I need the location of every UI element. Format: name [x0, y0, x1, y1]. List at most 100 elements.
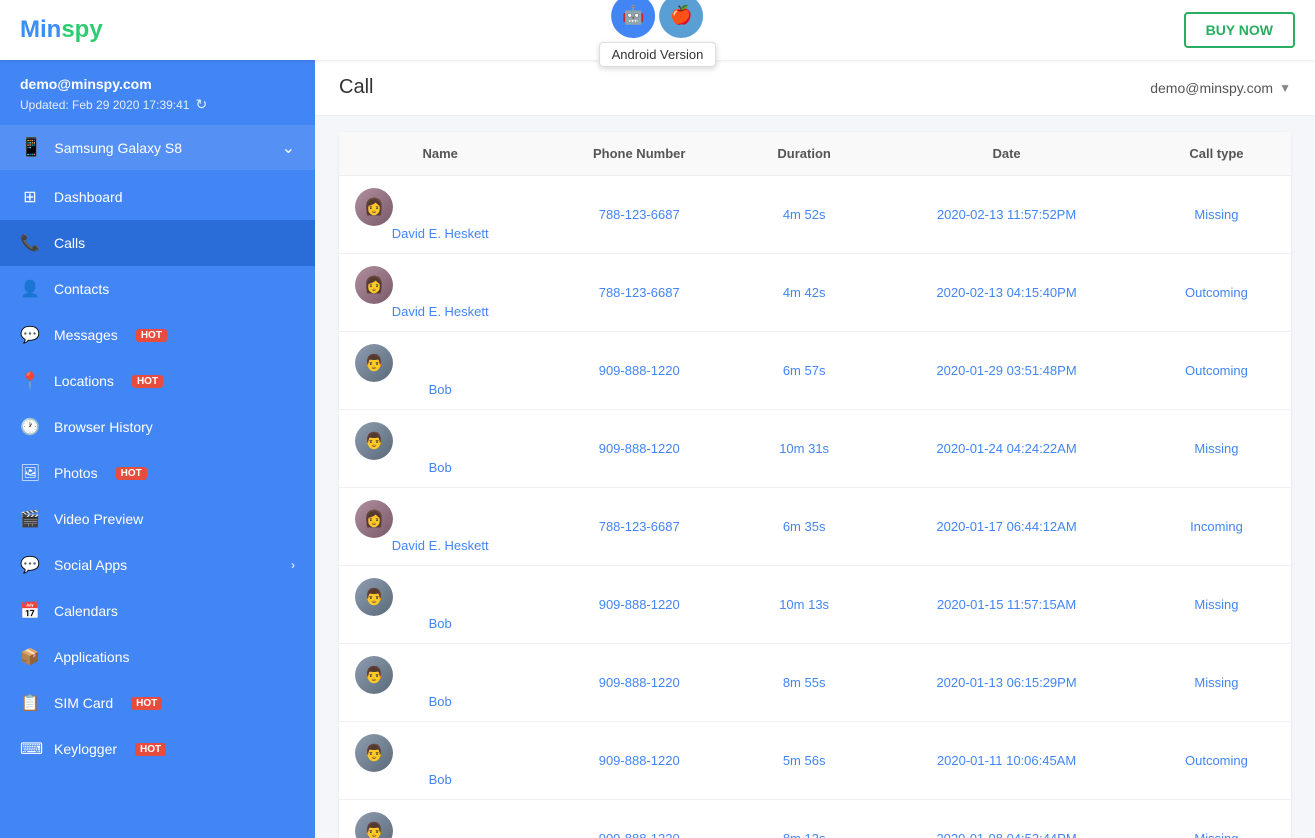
name-cell: 👨 Bob [339, 410, 541, 488]
sidebar-item-label: Keylogger [54, 741, 117, 757]
name-cell: 👩David E. Heskett [339, 176, 541, 254]
sidebar-item-keylogger[interactable]: ⌨KeyloggerHOT [0, 726, 315, 772]
duration-cell: 5m 56s [737, 722, 871, 800]
sidebar-item-dashboard[interactable]: ⊞ Dashboard [0, 174, 315, 220]
table-row: 👨Bob909-888-12206m 57s2020-01-29 03:51:4… [339, 332, 1291, 410]
sidebar-item-label: Calls [54, 235, 85, 251]
nav-items: ⊞Dashboard📞Calls👤Contacts💬MessagesHOT📍Lo… [0, 174, 315, 772]
call-type-cell: Outcoming [1142, 332, 1291, 410]
ios-button[interactable]: 🍎 [660, 0, 704, 38]
duration-cell: 10m 31s [737, 410, 871, 488]
platform-buttons: 🤖 🍎 [612, 0, 704, 38]
phone-cell: 909-888-1220 [541, 566, 737, 644]
call-type-cell: Missing [1142, 410, 1291, 488]
sidebar-item-messages[interactable]: 💬MessagesHOT [0, 312, 315, 358]
dashboard-icon: ⊞ [20, 187, 40, 207]
name-cell: 👨Bob [339, 800, 541, 838]
col-header-phone-number: Phone Number [541, 132, 737, 176]
logo: Minspy [20, 16, 103, 44]
sidebar-item-calendars[interactable]: 📅 Calendars [0, 588, 315, 634]
hot-badge: HOT [132, 375, 163, 388]
sidebar-user: demo@minspy.com Updated: Feb 29 2020 17:… [0, 60, 315, 125]
contact-name: Bob [429, 382, 452, 397]
hot-badge: HOT [116, 467, 147, 480]
col-header-call-type: Call type [1142, 132, 1291, 176]
contacts-icon: 👤 [20, 279, 40, 299]
applications-icon: 📦 [20, 647, 40, 667]
table-container: NamePhone NumberDurationDateCall type 👩D… [315, 116, 1315, 838]
avatar: 👨 [355, 422, 393, 460]
date-cell: 2020-02-13 11:57:52PM [871, 176, 1142, 254]
keylogger-icon: ⌨ [20, 739, 40, 759]
duration-cell: 10m 13s [737, 566, 871, 644]
sidebar-item-social-apps[interactable]: 💬Social Apps› [0, 542, 315, 588]
sidebar-item-locations[interactable]: 📍LocationsHOT [0, 358, 315, 404]
phone-cell: 788-123-6687 [541, 488, 737, 566]
header: Minspy 🤖 🍎 Android Version BUY NOW [0, 0, 1315, 60]
table-row: 👨Bob909-888-122010m 13s2020-01-15 11:57:… [339, 566, 1291, 644]
calls-icon: 📞 [20, 233, 40, 253]
locations-icon: 📍 [20, 371, 40, 391]
content-header: Call demo@minspy.com ▼ [315, 60, 1315, 116]
buy-now-button[interactable]: BUY NOW [1184, 12, 1295, 48]
contact-name: Bob [429, 460, 452, 475]
avatar: 👩 [355, 266, 393, 304]
sidebar-item-calls[interactable]: 📞 Calls [0, 220, 315, 266]
expand-arrow-icon: › [291, 558, 295, 572]
call-type-cell: Outcoming [1142, 254, 1291, 332]
logo-part2: spy [61, 16, 102, 43]
sidebar-item-contacts[interactable]: 👤 Contacts [0, 266, 315, 312]
user-menu[interactable]: demo@minspy.com ▼ [1150, 80, 1291, 96]
header-center: 🤖 🍎 Android Version [599, 0, 717, 67]
hot-badge: HOT [131, 697, 162, 710]
video-preview-icon: 🎬 [20, 509, 40, 529]
call-type-cell: Incoming [1142, 488, 1291, 566]
refresh-icon[interactable]: ↻ [195, 96, 207, 113]
call-type-cell: Missing [1142, 566, 1291, 644]
duration-cell: 4m 42s [737, 254, 871, 332]
sidebar-item-browser-history[interactable]: 🕐Browser History [0, 404, 315, 450]
avatar: 👨 [355, 656, 393, 694]
avatar: 👩 [355, 188, 393, 226]
calendars-icon: 📅 [20, 601, 40, 621]
table-row: 👨Bob909-888-12208m 55s2020-01-13 06:15:2… [339, 644, 1291, 722]
sidebar-item-label: Applications [54, 649, 130, 665]
table-header: NamePhone NumberDurationDateCall type [339, 132, 1291, 176]
device-icon: 📱 [20, 137, 42, 158]
date-cell: 2020-02-13 04:15:40PM [871, 254, 1142, 332]
sidebar-item-label: Calendars [54, 603, 118, 619]
phone-cell: 909-888-1220 [541, 332, 737, 410]
apple-icon: 🍎 [670, 5, 692, 26]
date-cell: 2020-01-24 04:24:22AM [871, 410, 1142, 488]
sidebar-item-applications[interactable]: 📦 Applications [0, 634, 315, 680]
sidebar-item-label: Messages [54, 327, 118, 343]
avatar: 👨 [355, 734, 393, 772]
avatar: 👨 [355, 812, 393, 838]
sidebar-item-label: Video Preview [54, 511, 143, 527]
phone-cell: 788-123-6687 [541, 176, 737, 254]
sidebar-item-sim-card[interactable]: 📋SIM CardHOT [0, 680, 315, 726]
name-cell: 👨Bob [339, 644, 541, 722]
hot-badge: HOT [136, 329, 167, 342]
main-layout: demo@minspy.com Updated: Feb 29 2020 17:… [0, 60, 1315, 838]
sidebar-item-photos[interactable]: 🖼PhotosHOT [0, 450, 315, 496]
sidebar-item-label: Dashboard [54, 189, 123, 205]
phone-cell: 909-888-1220 [541, 410, 737, 488]
avatar: 👩 [355, 500, 393, 538]
contact-name: David E. Heskett [392, 226, 489, 241]
duration-cell: 6m 57s [737, 332, 871, 410]
sidebar-item-label: Social Apps [54, 557, 127, 573]
sidebar-item-video-preview[interactable]: 🎬 Video Preview [0, 496, 315, 542]
phone-cell: 909-888-1220 [541, 722, 737, 800]
contact-name: Bob [429, 616, 452, 631]
updated-label: Updated: Feb 29 2020 17:39:41 [20, 98, 189, 112]
phone-cell: 909-888-1220 [541, 644, 737, 722]
device-item[interactable]: 📱 Samsung Galaxy S8 ⌄ [0, 125, 315, 170]
android-button[interactable]: 🤖 [612, 0, 656, 38]
logo-part1: Min [20, 16, 61, 43]
sidebar-item-label: Contacts [54, 281, 109, 297]
user-menu-email: demo@minspy.com [1150, 80, 1273, 96]
sidebar-user-email: demo@minspy.com [20, 76, 295, 92]
phone-cell: 909-888-1220 [541, 800, 737, 838]
browser-history-icon: 🕐 [20, 417, 40, 437]
